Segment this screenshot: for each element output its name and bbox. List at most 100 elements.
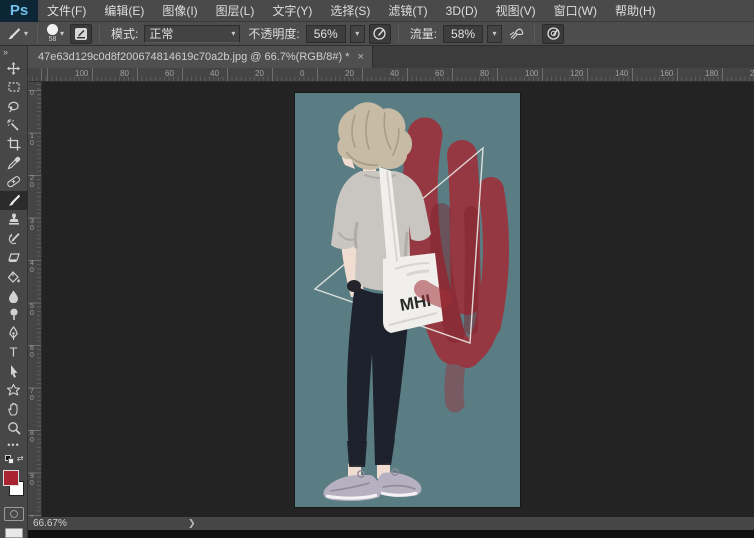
- crop-icon: [7, 137, 21, 151]
- crop-tool[interactable]: [0, 135, 28, 154]
- menu-item[interactable]: 文件(F): [38, 0, 95, 22]
- brush-tip-circle: [47, 24, 58, 35]
- brush-size-value: 58: [49, 36, 57, 43]
- vertical-ruler[interactable]: 01 02 03 04 05 06 07 08 09 01 0 0: [28, 82, 42, 517]
- pressure-opacity-button[interactable]: [369, 24, 391, 44]
- separator: [534, 25, 535, 43]
- status-bar: 66.67% ❯: [28, 517, 754, 530]
- canvas[interactable]: MHI: [295, 93, 520, 507]
- move-icon: [6, 61, 21, 76]
- swap-colors-icon[interactable]: ⇄: [17, 454, 24, 463]
- shape-star-icon: [6, 383, 21, 397]
- document-tab-bar: 47e63d129c0d8f200674814619c70a2b.jpg @ 6…: [28, 46, 754, 68]
- toggle-brush-panel-button[interactable]: [70, 24, 92, 44]
- type-tool[interactable]: T: [0, 343, 28, 362]
- custom-shape-tool[interactable]: [0, 381, 28, 400]
- color-swatches: [0, 469, 28, 499]
- default-background-icon: [8, 458, 14, 464]
- pressure-opacity-icon: [372, 26, 387, 41]
- red-overlap-on-bag: [423, 289, 443, 299]
- ruler-label: 120: [570, 69, 583, 78]
- pressure-size-button[interactable]: [542, 24, 564, 44]
- menu-item[interactable]: 图像(I): [153, 0, 206, 22]
- menu-item[interactable]: 文字(Y): [263, 0, 321, 22]
- marquee-tool[interactable]: [0, 78, 28, 97]
- opacity-input[interactable]: 56%: [306, 25, 346, 43]
- ruler-label: 80: [480, 69, 489, 78]
- toolbar-collapse-button[interactable]: »: [0, 46, 27, 59]
- ruler-label: 140: [615, 69, 628, 78]
- brush-tool-preset-button[interactable]: ▾: [4, 24, 30, 44]
- menu-item[interactable]: 窗口(W): [545, 0, 606, 22]
- chevron-down-icon: ▾: [60, 29, 64, 38]
- ruler-label: 0: [30, 90, 34, 97]
- close-icon[interactable]: ×: [357, 51, 363, 63]
- ruler-label: 6 0: [30, 345, 34, 359]
- pen-nib-icon: [7, 326, 20, 341]
- hand-icon: [7, 402, 21, 416]
- brush-preset-picker[interactable]: 58 ▾: [45, 24, 66, 44]
- status-chevron-icon[interactable]: ❯: [188, 518, 196, 529]
- opacity-dropdown-button[interactable]: ▾: [350, 25, 365, 43]
- quick-mask-button[interactable]: [4, 507, 24, 521]
- default-colors-control[interactable]: ⇄: [0, 453, 28, 467]
- document-title: 47e63d129c0d8f200674814619c70a2b.jpg @ 6…: [38, 51, 349, 63]
- type-icon: T: [7, 345, 20, 359]
- arrow-cursor-icon: [8, 364, 19, 379]
- zoom-tool[interactable]: [0, 419, 28, 438]
- history-brush-icon: [6, 231, 21, 246]
- ruler-label: 8 0: [30, 430, 34, 444]
- foreground-color-swatch[interactable]: [3, 470, 19, 486]
- zoom-level-field[interactable]: 66.67%: [28, 518, 163, 529]
- photoshop-logo: Ps: [0, 0, 38, 22]
- pen-tool[interactable]: [0, 324, 28, 343]
- move-tool[interactable]: [0, 59, 28, 78]
- blur-tool[interactable]: [0, 286, 28, 305]
- eraser-tool[interactable]: [0, 248, 28, 267]
- dodge-tool[interactable]: [0, 305, 28, 324]
- airbrush-button[interactable]: [506, 24, 527, 44]
- ruler-label: 7 0: [30, 388, 34, 402]
- svg-text:T: T: [10, 345, 18, 359]
- ruler-label: 60: [435, 69, 444, 78]
- ruler-label: 60: [165, 69, 174, 78]
- menu-item[interactable]: 视图(V): [487, 0, 545, 22]
- watch: [347, 280, 361, 292]
- menu-item[interactable]: 帮助(H): [606, 0, 665, 22]
- menu-item[interactable]: 编辑(E): [95, 0, 153, 22]
- horizontal-ruler[interactable]: 10080604020020406080100120140160180200: [28, 68, 754, 82]
- lasso-tool[interactable]: [0, 97, 28, 116]
- healing-brush-tool[interactable]: [0, 173, 28, 192]
- eyedropper-tool[interactable]: [0, 154, 28, 173]
- magic-wand-tool[interactable]: [0, 116, 28, 135]
- gradient-tool[interactable]: [0, 267, 28, 286]
- screen-mode-button[interactable]: [5, 528, 23, 538]
- pasteboard: MHI: [42, 82, 754, 517]
- ruler-label: 100: [75, 69, 88, 78]
- separator: [37, 25, 38, 43]
- menu-item[interactable]: 选择(S): [321, 0, 379, 22]
- ruler-label: 200: [750, 69, 754, 78]
- canvas-artwork: MHI: [295, 93, 520, 507]
- menu-item[interactable]: 滤镜(T): [379, 0, 436, 22]
- document-tab[interactable]: 47e63d129c0d8f200674814619c70a2b.jpg @ 6…: [28, 46, 373, 68]
- clone-stamp-tool[interactable]: [0, 210, 28, 229]
- brush-tool[interactable]: [0, 191, 28, 210]
- marquee-icon: [7, 80, 21, 94]
- menu-item[interactable]: 图层(L): [207, 0, 264, 22]
- photoshop-window: Ps 文件(F)编辑(E)图像(I)图层(L)文字(Y)选择(S)滤镜(T)3D…: [0, 0, 754, 538]
- stamp-icon: [7, 213, 21, 227]
- magic-wand-icon: [6, 118, 21, 133]
- hand-tool[interactable]: [0, 400, 28, 419]
- blend-mode-value: 正常: [149, 25, 173, 42]
- blend-mode-select[interactable]: 正常 ▾: [144, 25, 240, 43]
- path-selection-tool[interactable]: [0, 362, 28, 381]
- flow-input[interactable]: 58%: [443, 25, 483, 43]
- mode-label: 模式:: [111, 25, 138, 42]
- flow-dropdown-button[interactable]: ▾: [487, 25, 502, 43]
- ruler-label: 180: [705, 69, 718, 78]
- tools-panel: »: [0, 46, 28, 538]
- edit-toolbar-button[interactable]: •••: [0, 437, 28, 453]
- history-brush-tool[interactable]: [0, 229, 28, 248]
- menu-item[interactable]: 3D(D): [437, 0, 487, 22]
